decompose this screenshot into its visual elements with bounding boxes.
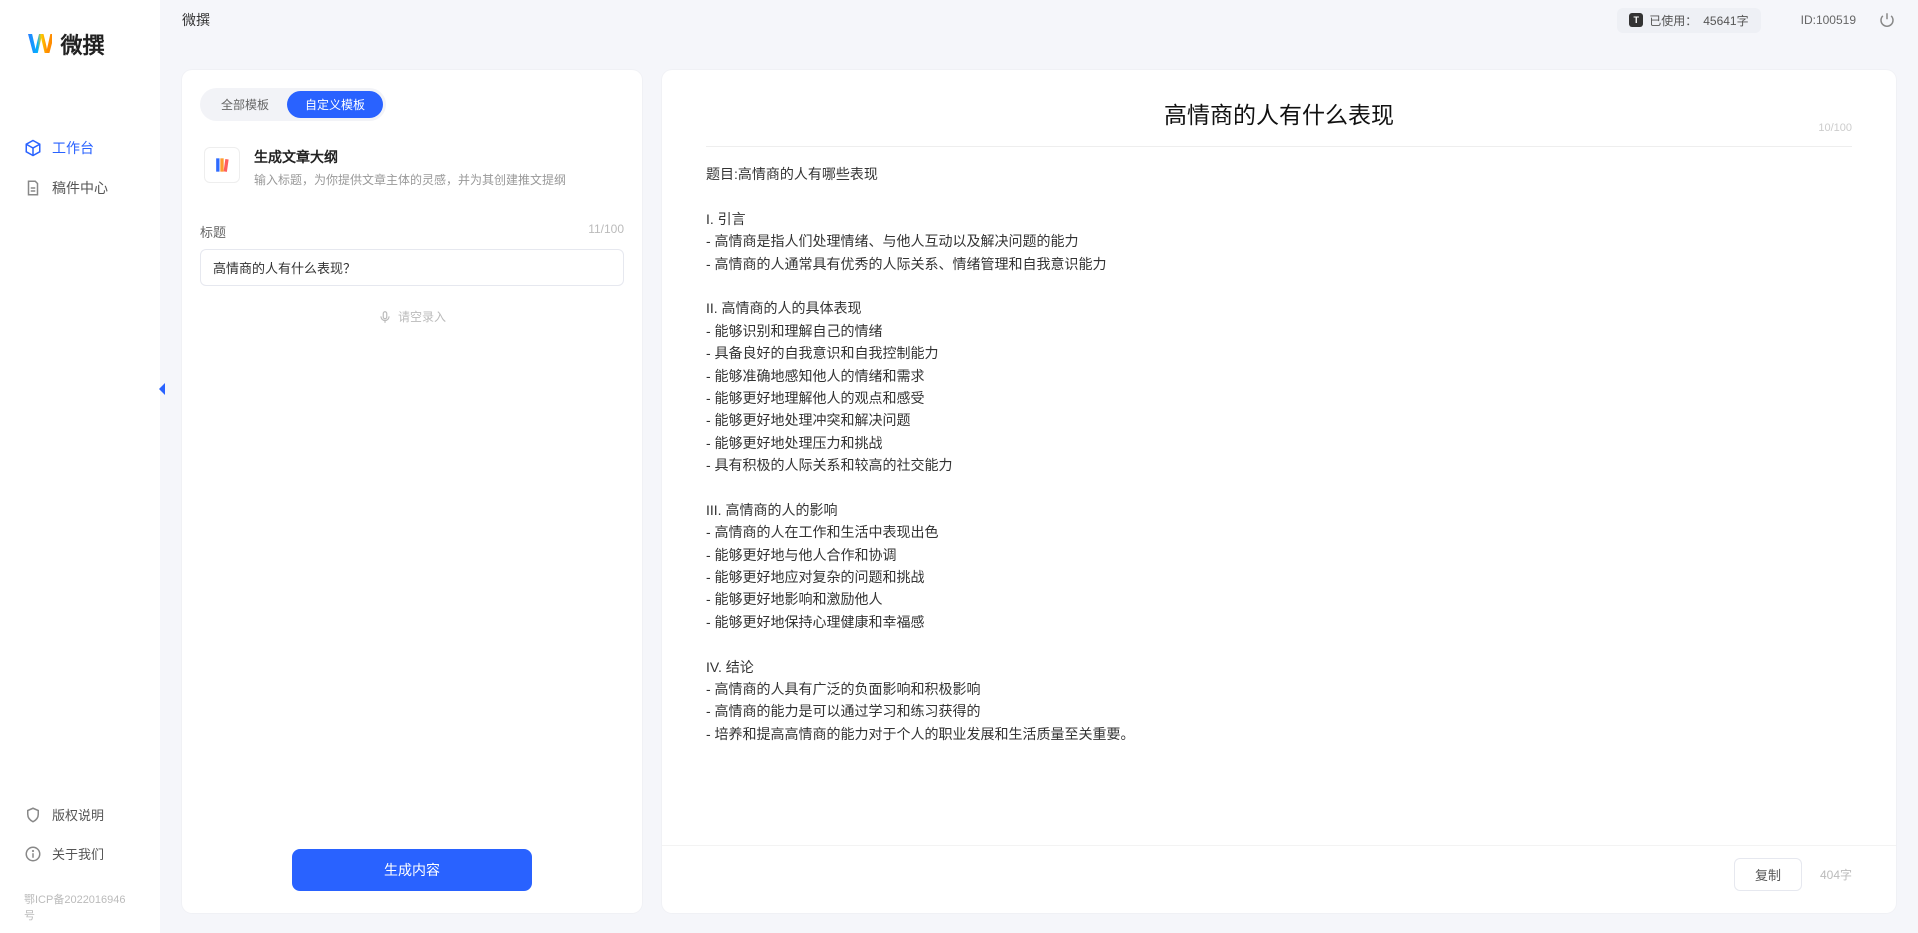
logo-text: 微撰: [60, 28, 104, 60]
mic-icon: [378, 310, 392, 324]
generate-button[interactable]: 生成内容: [292, 849, 532, 891]
sidebar-item-workspace[interactable]: 工作台: [10, 130, 150, 166]
user-id: ID:100519: [1801, 13, 1856, 27]
page-title: 微撰: [182, 10, 210, 30]
document-icon: [24, 179, 42, 197]
books-icon: [212, 155, 232, 175]
field-block: 标题 11/100 请空录入: [200, 222, 624, 325]
sidebar-item-about[interactable]: 关于我们: [10, 836, 150, 871]
template-desc: 输入标题，为你提供文章主体的灵感，并为其创建推文提纲: [254, 171, 566, 188]
copy-button[interactable]: 复制: [1734, 858, 1802, 891]
template-icon: [204, 147, 240, 183]
tab-all-templates[interactable]: 全部模板: [203, 91, 287, 118]
sidebar-item-label: 工作台: [52, 138, 94, 158]
sidebar-item-label: 版权说明: [52, 805, 104, 824]
shield-icon: [24, 806, 42, 824]
input-panel: 全部模板 自定义模板 生成文章大纲 输入标题，为你提供文章主体的灵感，并为其创建…: [182, 70, 642, 913]
chevron-left-icon: [157, 382, 167, 396]
output-header: 高情商的人有什么表现 10/100: [662, 70, 1896, 140]
power-button[interactable]: [1878, 11, 1896, 29]
field-label: 标题: [200, 222, 226, 241]
logo-mark: W: [28, 28, 52, 60]
field-counter: 11/100: [588, 222, 624, 241]
tab-label: 全部模板: [221, 98, 269, 112]
voice-input-hint[interactable]: 请空录入: [200, 308, 624, 325]
voice-hint-text: 请空录入: [398, 308, 446, 325]
sidebar-item-copyright[interactable]: 版权说明: [10, 797, 150, 832]
topbar: 微撰 T 已使用： 45641字 ID:100519: [160, 0, 1918, 40]
sidebar: W 微撰 工作台 稿件中心 版权说明 关于我们 鄂ICP备2022016946号: [0, 0, 160, 933]
output-title: 高情商的人有什么表现: [706, 96, 1852, 130]
panels: 全部模板 自定义模板 生成文章大纲 输入标题，为你提供文章主体的灵感，并为其创建…: [160, 40, 1918, 933]
token-icon: T: [1629, 13, 1643, 27]
template-title: 生成文章大纲: [254, 147, 566, 167]
sidebar-collapse-button[interactable]: [154, 375, 170, 403]
info-icon: [24, 845, 42, 863]
app-logo: W 微撰: [0, 0, 160, 70]
usage-pill[interactable]: T 已使用： 45641字: [1617, 8, 1760, 33]
power-icon: [1878, 11, 1896, 29]
usage-prefix: 已使用：: [1649, 12, 1697, 29]
word-count: 404字: [1820, 866, 1852, 883]
cube-icon: [24, 139, 42, 157]
output-footer: 复制 404字: [662, 845, 1896, 913]
tab-label: 自定义模板: [305, 98, 365, 112]
icp-text: 鄂ICP备2022016946号: [0, 885, 160, 933]
tab-custom-templates[interactable]: 自定义模板: [287, 91, 383, 118]
sidebar-item-label: 关于我们: [52, 844, 104, 863]
output-panel: 高情商的人有什么表现 10/100 题目:高情商的人有哪些表现 I. 引言 - …: [662, 70, 1896, 913]
sidebar-item-drafts[interactable]: 稿件中心: [10, 170, 150, 206]
template-card: 生成文章大纲 输入标题，为你提供文章主体的灵感，并为其创建推文提纲: [200, 139, 624, 196]
output-body[interactable]: 题目:高情商的人有哪些表现 I. 引言 - 高情商是指人们处理情绪、与他人互动以…: [662, 147, 1896, 845]
output-title-counter: 10/100: [1818, 122, 1852, 134]
main: 微撰 T 已使用： 45641字 ID:100519 全部模板 自定义模板: [160, 0, 1918, 933]
sidebar-bottom: 版权说明 关于我们: [0, 797, 160, 885]
sidebar-item-label: 稿件中心: [52, 178, 108, 198]
template-tabs: 全部模板 自定义模板: [200, 88, 386, 121]
usage-value: 45641字: [1703, 12, 1748, 29]
sidebar-nav: 工作台 稿件中心: [0, 130, 160, 210]
title-input[interactable]: [200, 249, 624, 286]
